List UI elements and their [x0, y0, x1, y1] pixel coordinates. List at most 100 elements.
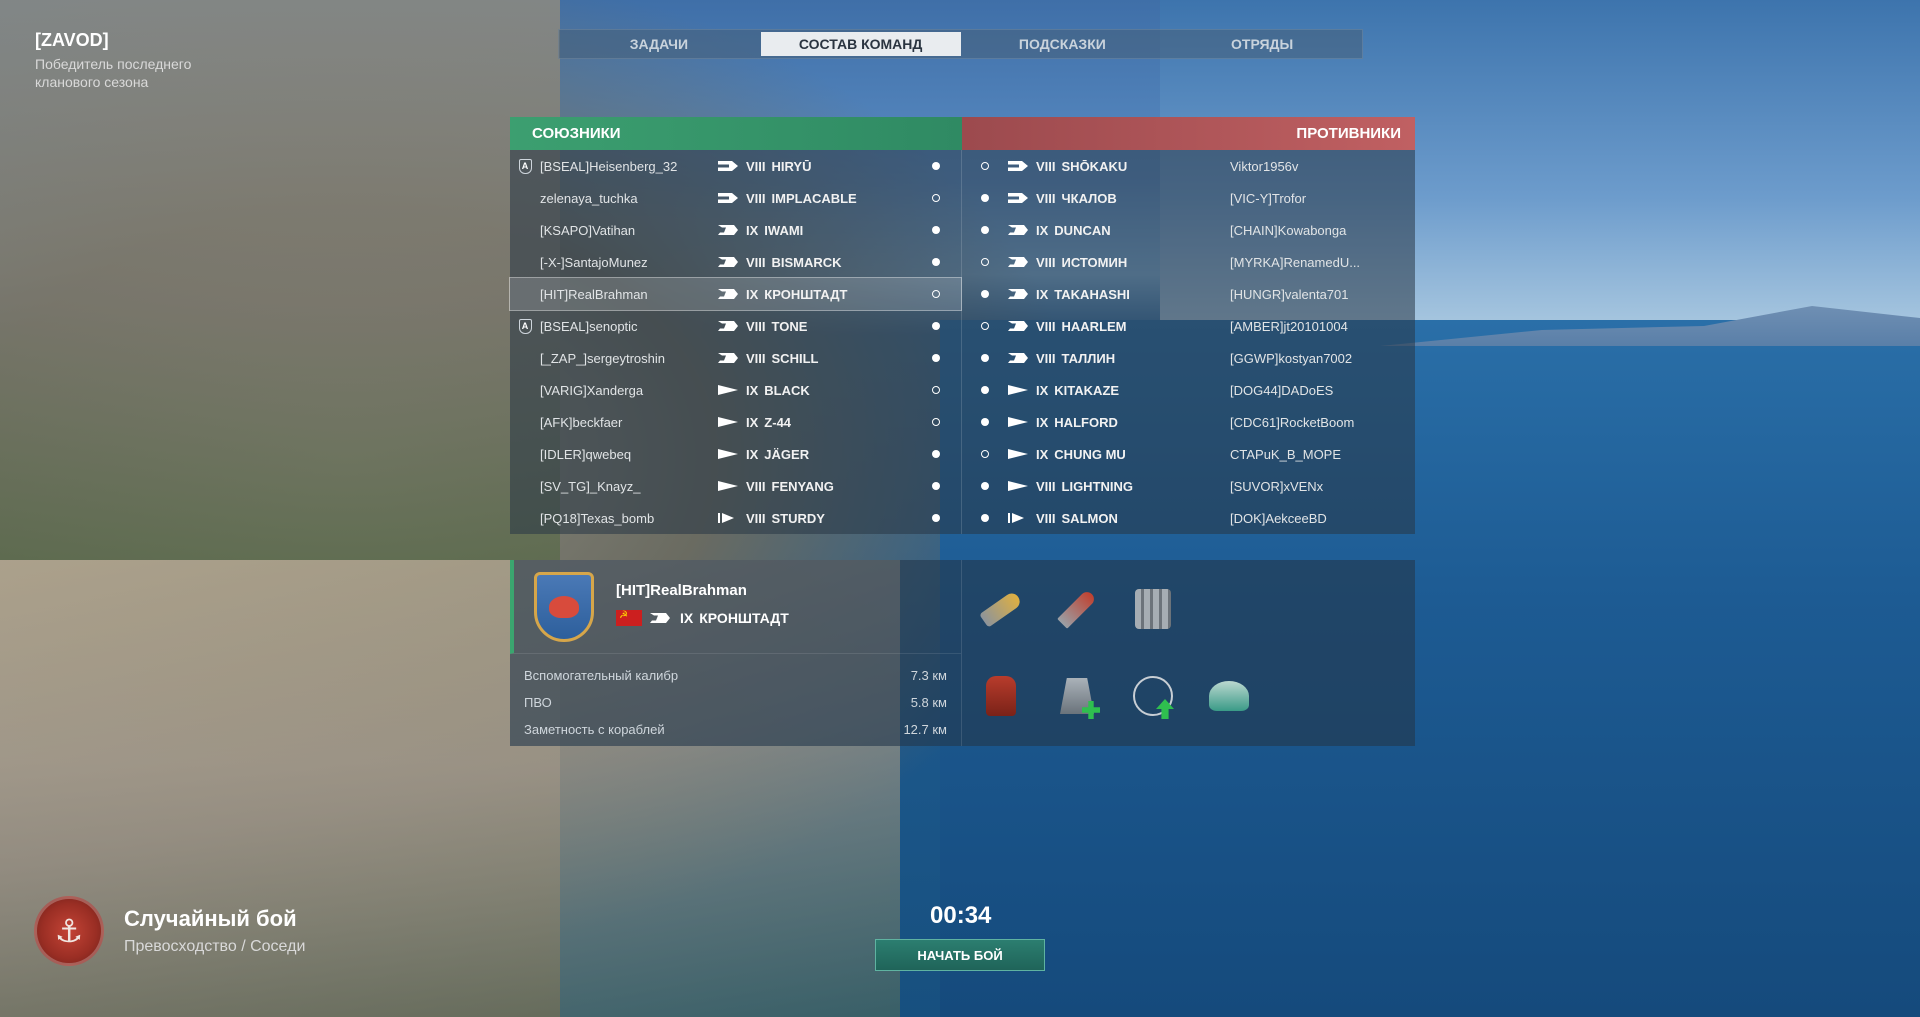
player-name: [IDLER]qwebeq [540, 446, 632, 462]
tab-divisions[interactable]: ОТРЯДЫ [1162, 30, 1362, 58]
player-name: [BSEAL]Heisenberg_32 [540, 158, 678, 174]
radar-icon[interactable] [1204, 671, 1254, 721]
damage-control-icon[interactable] [976, 671, 1026, 721]
armor-icon[interactable] [1128, 584, 1178, 634]
enemy-row[interactable]: VIII SALMON [DOK]AekceeBD [962, 502, 1415, 534]
aircraft-carrier-icon [718, 193, 738, 203]
ship-tier: VIII [1036, 158, 1056, 174]
ship-tier: VIII [746, 254, 766, 270]
battleship-icon [1008, 289, 1028, 299]
enemy-row[interactable]: IX CHUNG MU CTAPuK_B_MOPE [962, 438, 1415, 470]
player-name: CTAPuK_B_MOPE [1230, 446, 1342, 462]
ready-dot-icon [981, 354, 989, 362]
ship-tier: IX [746, 446, 759, 462]
repair-party-icon[interactable] [1052, 671, 1102, 721]
rocket-icon[interactable] [1052, 584, 1102, 634]
enemy-row[interactable]: VIII HAARLEM [AMBER]jt20101004 [962, 310, 1415, 342]
enemy-row[interactable]: IX DUNCAN [CHAIN]Kowabonga [962, 214, 1415, 246]
destroyer-icon [718, 481, 738, 491]
allies-list: A [BSEAL]Heisenberg_32 VIII HIRYŪ zelenaya_t… [509, 150, 962, 534]
battleship-icon [718, 321, 738, 331]
ship-name: DUNCAN [1054, 222, 1111, 238]
tab-hints[interactable]: ПОДСКАЗКИ [963, 30, 1163, 58]
not-ready-dot-icon [932, 194, 940, 202]
stat-aa-range: ПВО 5.8 км [524, 695, 947, 710]
not-ready-dot-icon [981, 162, 989, 170]
start-battle-button[interactable]: НАЧАТЬ БОЙ [875, 939, 1045, 971]
ally-row[interactable]: A [BSEAL]senoptic VIII TONE [510, 310, 961, 342]
tab-tasks[interactable]: ЗАДАЧИ [559, 30, 759, 58]
enemy-row[interactable]: IX TAKAHASHI [HUNGR]valenta701 [962, 278, 1415, 310]
ally-row[interactable]: A [BSEAL]Heisenberg_32 VIII HIRYŪ [510, 150, 961, 182]
mode-title: Случайный бой [124, 906, 297, 931]
enemy-row[interactable]: VIII ИСТОМИН [MYRKA]RenamedU... [962, 246, 1415, 278]
ship-tier: VIII [746, 318, 766, 334]
ship-tier: IX [1036, 446, 1049, 462]
ally-row[interactable]: [_ZAP_]sergeytroshin VIII SCHILL [510, 342, 961, 374]
not-ready-dot-icon [981, 322, 989, 330]
player-name: [AMBER]jt20101004 [1230, 318, 1348, 334]
ship-tier: VIII [746, 158, 766, 174]
player-name: [VIC-Y]Trofor [1230, 190, 1307, 206]
ally-row[interactable]: [PQ18]Texas_bomb VIII STURDY [510, 502, 961, 534]
ready-dot-icon [981, 482, 989, 490]
ship-tier: VIII [746, 478, 766, 494]
battleship-icon [718, 289, 738, 299]
ally-row[interactable]: [HIT]RealBrahman IX КРОНШТАДТ [509, 277, 962, 311]
ship-name: ТАЛЛИН [1061, 350, 1116, 366]
ready-dot-icon [981, 418, 989, 426]
ship-name: HAARLEM [1061, 318, 1127, 334]
player-name: [PQ18]Texas_bomb [540, 510, 655, 526]
destroyer-icon [718, 385, 738, 395]
selected-player-name: [HIT]RealBrahman [616, 582, 747, 599]
ally-row[interactable]: [IDLER]qwebeq IX JÄGER [510, 438, 961, 470]
ship-tier: IX [746, 414, 759, 430]
ally-row[interactable]: [SV_TG]_Knayz_ VIII FENYANG [510, 470, 961, 502]
tab-team-roster[interactable]: СОСТАВ КОМАНД [760, 32, 961, 56]
enemy-row[interactable]: VIII SHŌKAKU Viktor1956v [962, 150, 1415, 182]
ship-tier: VIII [746, 190, 766, 206]
not-ready-dot-icon [981, 258, 989, 266]
player-name: [CHAIN]Kowabonga [1230, 222, 1347, 238]
ship-tier: VIII [1036, 350, 1056, 366]
fighter-icon[interactable] [1128, 671, 1178, 721]
battle-mode: ⚓ Случайный бой Превосходство / Соседи [34, 896, 305, 966]
enemy-row[interactable]: VIII ТАЛЛИН [GGWP]kostyan7002 [962, 342, 1415, 374]
battleship-class-icon [650, 613, 670, 623]
enemy-row[interactable]: VIII LIGHTNING [SUVOR]xVENx [962, 470, 1415, 502]
destroyer-icon [718, 417, 738, 427]
player-name: [HIT]RealBrahman [540, 286, 648, 302]
ship-name: SALMON [1061, 510, 1118, 526]
clan-emblem-icon [534, 572, 594, 642]
selected-ship-name: КРОНШТАДТ [699, 610, 789, 626]
enemy-row[interactable]: IX KITAKAZE [DOG44]DADoES [962, 374, 1415, 406]
ship-name: STURDY [771, 510, 825, 526]
mode-subtitle: Превосходство / Соседи [124, 938, 306, 955]
enemy-row[interactable]: IX HALFORD [CDC61]RocketBoom [962, 406, 1415, 438]
ship-tier: VIII [746, 350, 766, 366]
ready-dot-icon [932, 322, 940, 330]
ship-tier: IX [1036, 382, 1049, 398]
destroyer-icon [1008, 481, 1028, 491]
ship-info-panel: [HIT]RealBrahman IX КРОНШТАДТ Вспомогате… [510, 560, 1415, 746]
ally-row[interactable]: zelenaya_tuchka VIII IMPLACABLE [510, 182, 961, 214]
ready-dot-icon [932, 482, 940, 490]
ally-row[interactable]: [-X-]SantajoMunez VIII BISMARCK [510, 246, 961, 278]
top-tabs: ЗАДАЧИ СОСТАВ КОМАНД ПОДСКАЗКИ ОТРЯДЫ [558, 29, 1363, 59]
player-name: zelenaya_tuchka [540, 190, 638, 206]
ready-dot-icon [932, 226, 940, 234]
countdown-timer: 00:34 [930, 902, 992, 929]
stat-secondary-range: Вспомогательный калибр 7.3 км [524, 668, 947, 683]
ally-row[interactable]: [KSAPO]Vatihan IX IWAMI [510, 214, 961, 246]
ally-row[interactable]: [VARIG]Xanderga IX BLACK [510, 374, 961, 406]
ship-name: TAKAHASHI [1054, 286, 1130, 302]
enemy-row[interactable]: VIII ЧКАЛОВ [VIC-Y]Trofor [962, 182, 1415, 214]
ally-row[interactable]: [AFK]beckfaer IX Z-44 [510, 406, 961, 438]
not-ready-dot-icon [932, 418, 940, 426]
player-name: [GGWP]kostyan7002 [1230, 350, 1353, 366]
ready-dot-icon [981, 226, 989, 234]
shell-icon[interactable] [976, 584, 1026, 634]
battleship-icon [718, 225, 738, 235]
stat-detectability: Заметность с кораблей 12.7 км [524, 722, 947, 737]
ship-tier: IX [746, 222, 759, 238]
